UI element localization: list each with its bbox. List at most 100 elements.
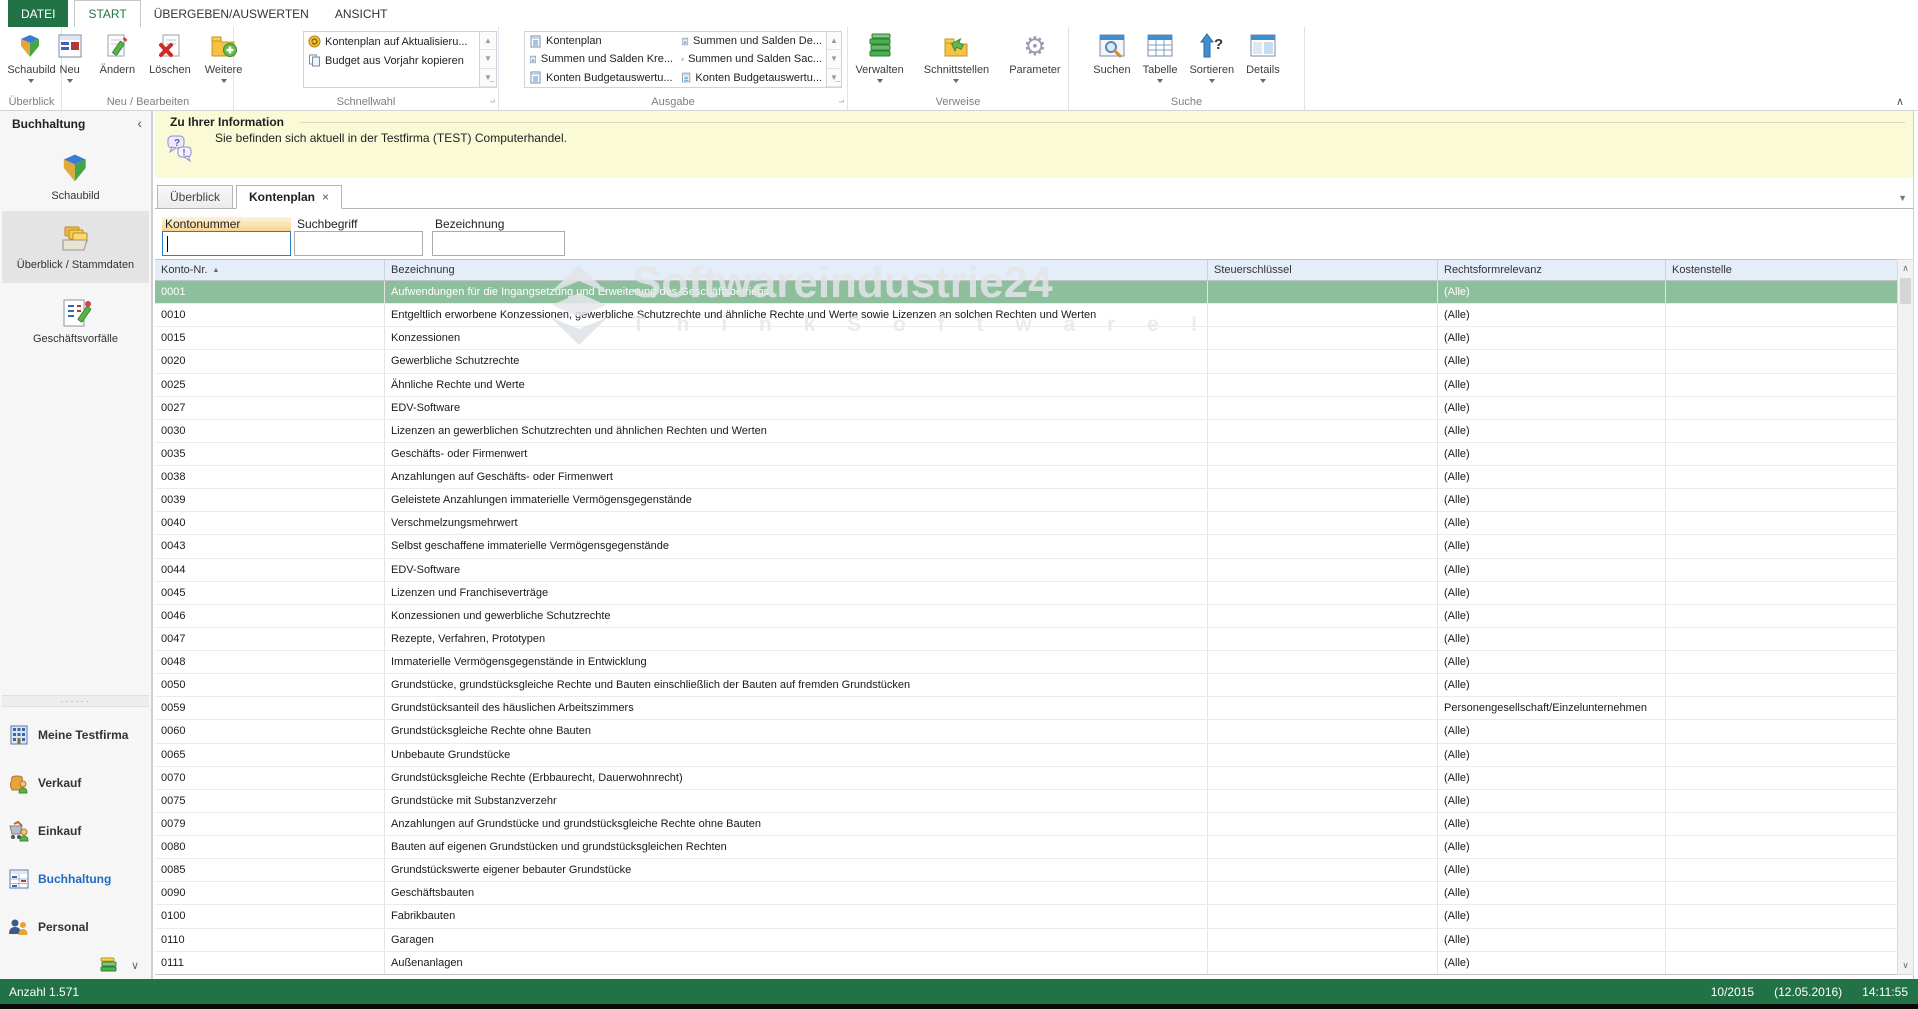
- table-row[interactable]: 0043Selbst geschaffene immaterielle Verm…: [155, 535, 1897, 558]
- table-row[interactable]: 0045Lizenzen und Franchiseverträge(Alle): [155, 582, 1897, 605]
- cell-kostenstelle: [1666, 512, 1897, 534]
- sidebar-splitter[interactable]: ······: [2, 695, 149, 707]
- column-header-rechtsformrelevanz[interactable]: Rechtsformrelevanz: [1438, 260, 1666, 280]
- table-row[interactable]: 0010Entgeltlich erworbene Konzessionen, …: [155, 304, 1897, 327]
- dialog-launcher-icon[interactable]: ⌐: [485, 97, 495, 107]
- ribbon-list-item[interactable]: Kontenplan: [525, 32, 677, 50]
- doc-tab-kontenplan[interactable]: Kontenplan ×: [236, 185, 342, 209]
- table-row[interactable]: 0060Grundstücksgleiche Rechte ohne Baute…: [155, 720, 1897, 743]
- table-row[interactable]: 0059Grundstücksanteil des häuslichen Arb…: [155, 697, 1897, 720]
- tab-uebergeben-auswerten[interactable]: ÜBERGEBEN/AUSWERTEN: [141, 0, 322, 27]
- scroll-up-icon[interactable]: ∧: [1898, 260, 1913, 277]
- sidebar-item-ueberblick-stammdaten[interactable]: Überblick / Stammdaten: [2, 211, 149, 283]
- tab-start[interactable]: START: [74, 0, 140, 27]
- column-header-steuerschluessel[interactable]: Steuerschlüssel: [1208, 260, 1438, 280]
- table-row[interactable]: 0085Grundstückswerte eigener bebauter Gr…: [155, 859, 1897, 882]
- table-row[interactable]: 0075Grundstücke mit Substanzverzehr(Alle…: [155, 790, 1897, 813]
- ribbon-list-item[interactable]: Konten Budgetauswertu...: [525, 69, 677, 87]
- close-icon[interactable]: ×: [322, 190, 329, 204]
- table-row[interactable]: 0044EDV-Software(Alle): [155, 559, 1897, 582]
- table-row[interactable]: 0039Geleistete Anzahlungen immaterielle …: [155, 489, 1897, 512]
- aendern-button[interactable]: Ändern: [96, 29, 139, 77]
- table-row[interactable]: 0030Lizenzen an gewerblichen Schutzrecht…: [155, 420, 1897, 443]
- cell-steuerschluessel: [1208, 929, 1438, 951]
- ribbon-list-item[interactable]: Summen und Salden Kre...: [525, 50, 677, 68]
- tabelle-button[interactable]: Tabelle: [1139, 29, 1182, 84]
- table-row[interactable]: 0001Aufwendungen für die Ingangsetzung u…: [155, 281, 1897, 304]
- cell-bezeichnung: Konzessionen: [385, 327, 1208, 349]
- table-row[interactable]: 0046Konzessionen und gewerbliche Schutzr…: [155, 605, 1897, 628]
- sortieren-button[interactable]: ? Sortieren: [1185, 29, 1238, 84]
- sidebar-item-buchhaltung[interactable]: Buchhaltung: [0, 855, 151, 903]
- scroll-more-icon[interactable]: ▼̲: [827, 69, 841, 87]
- cell-bezeichnung: Geschäftsbauten: [385, 882, 1208, 904]
- column-header-bezeichnung[interactable]: Bezeichnung: [385, 260, 1208, 280]
- chevron-down-icon[interactable]: ∨: [131, 959, 139, 972]
- cell-konto-nr: 0001: [155, 281, 385, 303]
- table-row[interactable]: 0015Konzessionen(Alle): [155, 327, 1897, 350]
- table-row[interactable]: 0100Fabrikbauten(Alle): [155, 905, 1897, 928]
- cell-steuerschluessel: [1208, 327, 1438, 349]
- verwalten-button[interactable]: Verwalten: [851, 29, 907, 84]
- scroll-down-icon[interactable]: ∨: [1898, 957, 1913, 974]
- column-header-kostenstelle[interactable]: Kostenstelle: [1666, 260, 1897, 280]
- chevron-down-icon[interactable]: ▼: [1898, 193, 1907, 203]
- neu-button[interactable]: Neu: [50, 29, 90, 84]
- scroll-down-icon[interactable]: ▼: [827, 50, 841, 68]
- table-row[interactable]: 0038Anzahlungen auf Geschäfts- oder Firm…: [155, 466, 1897, 489]
- schnittstellen-button[interactable]: Schnittstellen: [920, 29, 993, 84]
- scroll-up-icon[interactable]: ▲: [827, 32, 841, 50]
- scroll-down-icon[interactable]: ▼: [480, 50, 496, 68]
- ribbon-list-item[interactable]: Kontenplan auf Aktualisieru...: [304, 32, 479, 51]
- table-row[interactable]: 0020Gewerbliche Schutzrechte(Alle): [155, 350, 1897, 373]
- scroll-up-icon[interactable]: ▲: [480, 32, 496, 50]
- column-header-konto-nr[interactable]: Konto-Nr. ▲: [155, 260, 385, 280]
- loeschen-button[interactable]: Löschen: [145, 29, 195, 77]
- cell-kostenstelle: [1666, 582, 1897, 604]
- table-row[interactable]: 0065Unbebaute Grundstücke(Alle): [155, 744, 1897, 767]
- ribbon-collapse-icon[interactable]: ∧: [1896, 95, 1904, 108]
- table-row[interactable]: 0080Bauten auf eigenen Grundstücken und …: [155, 836, 1897, 859]
- ribbon-list-item[interactable]: Konten Budgetauswertu...: [677, 69, 826, 87]
- dialog-launcher-icon[interactable]: ⌐: [834, 97, 844, 107]
- small-books-icon[interactable]: [100, 957, 117, 973]
- table-row[interactable]: 0040Verschmelzungsmehrwert(Alle): [155, 512, 1897, 535]
- table-row[interactable]: 0048Immaterielle Vermögensgegenstände in…: [155, 651, 1897, 674]
- bezeichnung-input[interactable]: [432, 231, 565, 256]
- sidebar-collapse-icon[interactable]: ‹: [137, 115, 142, 131]
- table-row[interactable]: 0111Außenanlagen(Alle): [155, 952, 1897, 975]
- table-row[interactable]: 0027EDV-Software(Alle): [155, 397, 1897, 420]
- table-row[interactable]: 0070Grundstücksgleiche Rechte (Erbbaurec…: [155, 767, 1897, 790]
- doc-tab-ueberblick[interactable]: Überblick: [157, 185, 233, 209]
- parameter-button[interactable]: ⚙ Parameter: [1005, 29, 1064, 77]
- table-row[interactable]: 0090Geschäftsbauten(Alle): [155, 882, 1897, 905]
- tab-datei[interactable]: DATEI: [8, 0, 68, 27]
- cell-rechtsformrelevanz: (Alle): [1438, 836, 1666, 858]
- suchbegriff-input[interactable]: [294, 231, 423, 256]
- sidebar-item-schaubild[interactable]: Schaubild: [2, 146, 149, 206]
- table-row[interactable]: 0035Geschäfts- oder Firmenwert(Alle): [155, 443, 1897, 466]
- suchen-button[interactable]: Suchen: [1089, 29, 1134, 77]
- ribbon-list-item[interactable]: Budget aus Vorjahr kopieren: [304, 51, 479, 70]
- table-row[interactable]: 0079Anzahlungen auf Grundstücke und grun…: [155, 813, 1897, 836]
- sidebar-item-meine-testfirma[interactable]: Meine Testfirma: [0, 711, 151, 759]
- cell-konto-nr: 0065: [155, 744, 385, 766]
- sidebar-item-geschaeftsvorfaelle[interactable]: Geschäftsvorfälle: [2, 289, 149, 353]
- cell-rechtsformrelevanz: (Alle): [1438, 559, 1666, 581]
- ribbon-list-item[interactable]: Summen und Salden De...: [677, 32, 826, 50]
- cell-konto-nr: 0048: [155, 651, 385, 673]
- details-button[interactable]: Details: [1242, 29, 1284, 84]
- table-row[interactable]: 0025Ähnliche Rechte und Werte(Alle): [155, 374, 1897, 397]
- table-row[interactable]: 0047Rezepte, Verfahren, Prototypen(Alle): [155, 628, 1897, 651]
- kontonummer-input[interactable]: [162, 231, 291, 256]
- grid-vertical-scrollbar[interactable]: ∧ ∨: [1897, 259, 1914, 975]
- ribbon-list-item[interactable]: Summen und Salden Sac...: [677, 50, 826, 68]
- tab-ansicht[interactable]: ANSICHT: [322, 0, 401, 27]
- sidebar-item-verkauf[interactable]: Verkauf: [0, 759, 151, 807]
- table-row[interactable]: 0050Grundstücke, grundstücksgleiche Rech…: [155, 674, 1897, 697]
- sidebar-item-personal[interactable]: Personal: [0, 903, 151, 951]
- table-row[interactable]: 0110Garagen(Alle): [155, 929, 1897, 952]
- sidebar-item-einkauf[interactable]: Einkauf: [0, 807, 151, 855]
- scroll-more-icon[interactable]: ▼̲: [480, 69, 496, 87]
- scrollbar-thumb[interactable]: [1900, 278, 1911, 304]
